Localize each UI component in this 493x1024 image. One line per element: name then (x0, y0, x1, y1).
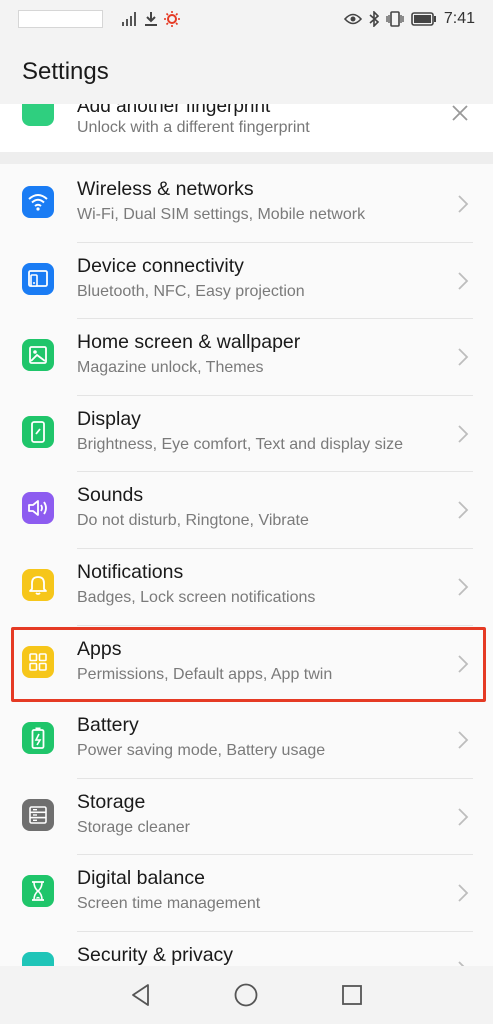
sun-icon (164, 11, 180, 27)
settings-item-subtitle: Bluetooth, NFC, Easy projection (77, 282, 305, 300)
fingerprint-suggestion-card[interactable]: Add another fingerprint Unlock with a di… (0, 104, 493, 152)
carrier-label (18, 10, 103, 28)
settings-item-home-screen-wallpaper[interactable]: Home screen & wallpaper Magazine unlock,… (0, 319, 493, 396)
fingerprint-icon (22, 104, 54, 126)
chevron-right-icon (458, 578, 469, 596)
settings-item-subtitle: Wi-Fi, Dual SIM settings, Mobile network (77, 206, 366, 223)
speaker-icon (22, 492, 54, 525)
settings-item-title: Display (77, 407, 141, 430)
settings-item-title: Apps (77, 637, 122, 660)
settings-item-apps[interactable]: Apps Permissions, Default apps, App twin (0, 625, 493, 703)
chevron-right-icon (458, 808, 469, 826)
settings-item-sounds[interactable]: Sounds Do not disturb, Ringtone, Vibrate (0, 472, 493, 549)
settings-item-subtitle: Badges, Lock screen notifications (77, 588, 316, 606)
chevron-right-icon (458, 654, 469, 673)
battery-icon (22, 722, 54, 755)
settings-item-device-connectivity[interactable]: Device connectivity Bluetooth, NFC, Easy… (0, 242, 493, 320)
chevron-right-icon (458, 501, 469, 520)
hourglass-icon (22, 875, 54, 908)
status-icons-left (122, 11, 180, 27)
close-icon[interactable] (449, 104, 471, 124)
chevron-right-icon (458, 348, 469, 366)
settings-item-subtitle: Permissions, Default apps, App twin (77, 665, 333, 683)
settings-item-subtitle: Storage cleaner (77, 818, 190, 836)
chevron-right-icon (458, 195, 469, 213)
fingerprint-suggestion-subtitle: Unlock with a different fingerprint (77, 119, 310, 136)
fingerprint-suggestion-title: Add another fingerprint (77, 104, 271, 117)
storage-icon (22, 798, 54, 831)
settings-item-subtitle: Do not disturb, Ringtone, Vibrate (77, 512, 309, 530)
chevron-right-icon (458, 425, 469, 443)
settings-item-title: Notifications (77, 560, 184, 583)
bell-icon (22, 568, 54, 601)
back-icon[interactable] (128, 982, 154, 1008)
settings-item-subtitle: Power saving mode, Battery usage (77, 742, 326, 760)
chevron-right-icon (458, 884, 469, 902)
settings-item-display[interactable]: Display Brightness, Eye comfort, Text an… (0, 395, 493, 473)
device-connectivity-icon (22, 262, 54, 295)
settings-item-title: Security & privacy (77, 943, 234, 966)
download-icon (145, 12, 157, 26)
chevron-right-icon (458, 731, 469, 749)
recents-icon[interactable] (339, 982, 365, 1008)
signal-icon (122, 12, 136, 26)
status-bar: 7:41 (0, 0, 493, 38)
wallpaper-icon (22, 339, 54, 372)
settings-item-title: Wireless & networks (77, 178, 254, 200)
settings-list[interactable]: Add another fingerprint Unlock with a di… (0, 104, 493, 966)
settings-item-battery[interactable]: Battery Power saving mode, Battery usage (0, 702, 493, 779)
page-title: Settings (22, 58, 109, 85)
settings-item-wireless-networks[interactable]: Wireless & networks Wi-Fi, Dual SIM sett… (0, 166, 493, 243)
vibrate-icon (386, 11, 404, 27)
status-time: 7:41 (443, 10, 475, 27)
settings-rows: Wireless & networks Wi-Fi, Dual SIM sett… (0, 166, 493, 966)
settings-item-digital-balance[interactable]: Digital balance Screen time management (0, 855, 493, 932)
settings-item-subtitle: Brightness, Eye comfort, Text and displa… (77, 435, 404, 453)
settings-item-notifications[interactable]: Notifications Badges, Lock screen notifi… (0, 548, 493, 626)
settings-item-title: Device connectivity (77, 254, 244, 277)
settings-item-title: Sounds (77, 484, 144, 507)
settings-item-title: Battery (77, 714, 139, 737)
settings-item-title: Digital balance (77, 867, 205, 890)
battery-icon (411, 12, 436, 26)
home-icon[interactable] (233, 982, 259, 1008)
status-icons-right: 7:41 (343, 10, 475, 28)
navigation-bar (0, 966, 493, 1024)
settings-item-title: Storage (77, 790, 146, 813)
settings-item-title: Home screen & wallpaper (77, 331, 301, 354)
settings-item-subtitle: Magazine unlock, Themes (77, 359, 264, 377)
settings-item-security-privacy[interactable]: Security & privacy (0, 931, 493, 966)
chevron-right-icon (458, 271, 469, 290)
settings-item-subtitle: Screen time management (77, 895, 261, 913)
wifi-icon (22, 186, 54, 218)
shield-icon (22, 951, 54, 966)
bluetooth-icon (369, 11, 379, 27)
apps-grid-icon (22, 645, 54, 678)
eye-icon (343, 13, 362, 25)
app-header: Settings (0, 38, 493, 104)
settings-item-storage[interactable]: Storage Storage cleaner (0, 778, 493, 856)
display-icon (22, 415, 54, 448)
section-divider (0, 152, 493, 164)
